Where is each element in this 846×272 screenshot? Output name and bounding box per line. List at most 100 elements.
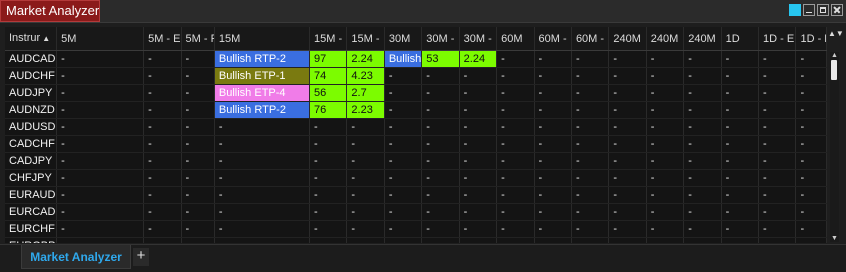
table-cell[interactable]: - — [795, 135, 827, 153]
table-cell[interactable]: - — [683, 220, 722, 238]
table-cell[interactable]: - — [646, 186, 685, 204]
instrument-cell[interactable]: EURGBP — [5, 237, 58, 243]
table-cell[interactable]: - — [56, 220, 145, 238]
table-cell[interactable]: - — [346, 118, 385, 136]
column-header[interactable]: 1D - F — [795, 27, 827, 51]
table-cell[interactable]: 74 — [309, 67, 348, 85]
table-cell[interactable]: - — [421, 203, 460, 221]
table-cell[interactable]: - — [214, 203, 310, 221]
table-cell[interactable]: - — [384, 118, 423, 136]
table-cell[interactable]: - — [181, 84, 215, 102]
table-cell[interactable]: - — [496, 169, 535, 187]
table-cell[interactable]: - — [143, 220, 182, 238]
table-cell[interactable]: - — [496, 101, 535, 119]
table-cell[interactable]: - — [181, 152, 215, 170]
table-cell[interactable]: - — [534, 135, 572, 153]
table-cell[interactable]: - — [384, 101, 423, 119]
table-cell[interactable]: - — [346, 135, 385, 153]
table-cell[interactable]: - — [384, 169, 423, 187]
table-cell[interactable]: - — [646, 67, 685, 85]
table-cell[interactable]: - — [56, 152, 145, 170]
table-cell[interactable]: - — [459, 67, 498, 85]
table-cell[interactable]: - — [534, 237, 572, 243]
column-header[interactable]: 5M — [56, 27, 145, 51]
table-cell[interactable]: - — [56, 135, 145, 153]
table-cell[interactable]: - — [721, 169, 760, 187]
table-row[interactable]: EURCHF - - - - - - - - - - - - - - - - - - — [5, 220, 827, 238]
table-cell[interactable]: - — [181, 50, 215, 68]
table-cell[interactable]: - — [459, 135, 498, 153]
table-cell[interactable]: - — [571, 203, 610, 221]
table-cell[interactable]: - — [309, 152, 348, 170]
table-row[interactable]: CADCHF - - - - - - - - - - - - - - - - - - — [5, 135, 827, 153]
table-cell[interactable]: Bullish — [384, 50, 423, 68]
table-cell[interactable]: - — [143, 84, 182, 102]
table-cell[interactable]: - — [795, 152, 827, 170]
table-cell[interactable]: - — [56, 50, 145, 68]
table-cell[interactable]: - — [795, 84, 827, 102]
table-cell[interactable]: - — [795, 220, 827, 238]
instrument-cell[interactable]: EURAUD — [5, 186, 58, 204]
table-cell[interactable]: - — [571, 118, 610, 136]
table-cell[interactable]: - — [683, 50, 722, 68]
table-cell[interactable]: - — [384, 220, 423, 238]
table-cell[interactable]: - — [421, 237, 460, 243]
table-cell[interactable]: - — [459, 84, 498, 102]
table-cell[interactable]: - — [56, 186, 145, 204]
table-cell[interactable]: - — [384, 237, 423, 243]
table-cell[interactable]: - — [758, 50, 797, 68]
table-cell[interactable]: - — [608, 203, 647, 221]
column-header[interactable]: 30M - — [421, 27, 460, 51]
table-row[interactable]: EURCAD - - - - - - - - - - - - - - - - - - — [5, 203, 827, 221]
table-cell[interactable]: - — [143, 135, 182, 153]
table-cell[interactable]: - — [309, 186, 348, 204]
table-cell[interactable]: - — [683, 101, 722, 119]
table-cell[interactable]: - — [758, 67, 797, 85]
scroll-up-icon[interactable]: ▲ — [830, 52, 839, 59]
table-cell[interactable]: - — [721, 203, 760, 221]
table-cell[interactable]: - — [534, 118, 572, 136]
table-cell[interactable]: - — [421, 169, 460, 187]
table-cell[interactable]: - — [795, 118, 827, 136]
table-cell[interactable]: - — [496, 152, 535, 170]
table-cell[interactable]: - — [143, 50, 182, 68]
table-cell[interactable]: - — [683, 237, 722, 243]
column-scroll-indicator[interactable]: ▲▼ — [828, 30, 844, 38]
table-cell[interactable]: - — [534, 203, 572, 221]
table-cell[interactable]: - — [721, 50, 760, 68]
table-cell[interactable]: - — [571, 237, 610, 243]
table-row[interactable]: CHFJPY - - - - - - - - - - - - - - - - - - — [5, 169, 827, 187]
table-cell[interactable]: - — [181, 118, 215, 136]
table-cell[interactable]: - — [181, 186, 215, 204]
table-cell[interactable]: - — [459, 203, 498, 221]
column-header[interactable]: 5M - F — [181, 27, 215, 51]
table-cell[interactable]: - — [758, 135, 797, 153]
table-cell[interactable]: - — [143, 152, 182, 170]
table-cell[interactable]: - — [646, 237, 685, 243]
table-cell[interactable]: - — [534, 152, 572, 170]
table-cell[interactable]: - — [346, 186, 385, 204]
table-cell[interactable]: - — [421, 135, 460, 153]
table-cell[interactable]: - — [608, 237, 647, 243]
table-cell[interactable]: - — [459, 220, 498, 238]
table-cell[interactable]: - — [795, 169, 827, 187]
table-cell[interactable]: - — [384, 67, 423, 85]
table-cell[interactable]: - — [758, 220, 797, 238]
table-cell[interactable]: 4.23 — [346, 67, 385, 85]
table-row[interactable]: AUDCHF - - - Bullish ETP-1 74 4.23- - - - - - - - - - - - — [5, 67, 827, 85]
table-cell[interactable]: - — [646, 220, 685, 238]
table-cell[interactable]: - — [214, 237, 310, 243]
table-cell[interactable]: - — [534, 220, 572, 238]
table-cell[interactable]: - — [608, 50, 647, 68]
column-header[interactable]: 240M — [646, 27, 685, 51]
table-cell[interactable]: - — [346, 152, 385, 170]
instrument-cell[interactable]: EURCHF — [5, 220, 58, 238]
table-cell[interactable]: - — [384, 135, 423, 153]
table-cell[interactable]: - — [421, 101, 460, 119]
table-cell[interactable]: - — [646, 118, 685, 136]
table-cell[interactable]: - — [421, 84, 460, 102]
table-cell[interactable]: - — [181, 169, 215, 187]
table-cell[interactable]: - — [56, 101, 145, 119]
table-cell[interactable]: - — [758, 101, 797, 119]
table-cell[interactable]: - — [571, 135, 610, 153]
